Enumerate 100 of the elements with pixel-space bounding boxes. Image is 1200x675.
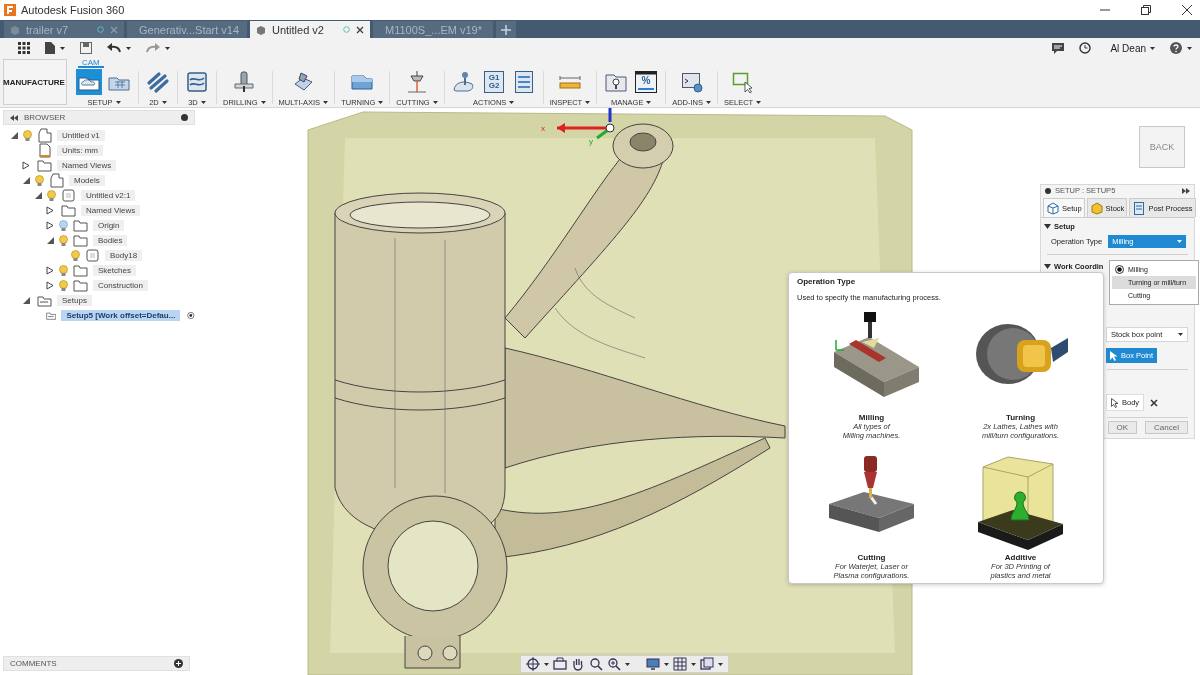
expanded-triangle-icon[interactable]: [22, 296, 30, 305]
expanded-triangle-icon[interactable]: [46, 236, 54, 245]
caret-icon: [718, 662, 723, 666]
tree-item[interactable]: Sketches: [93, 265, 136, 276]
window-title: Autodesk Fusion 360: [21, 4, 125, 16]
display-icon[interactable]: [646, 657, 660, 671]
workspace-menu[interactable]: MANUFACTURE: [3, 59, 67, 105]
sync-icon: [343, 26, 350, 33]
expanded-triangle-icon[interactable]: [1044, 223, 1051, 231]
collapsed-triangle-icon[interactable]: [46, 221, 54, 230]
save-icon[interactable]: [80, 42, 92, 54]
cube-icon: [10, 24, 20, 35]
cube-icon: [256, 24, 266, 35]
caret-icon: [646, 101, 652, 104]
expanded-triangle-icon[interactable]: [10, 131, 18, 140]
tree-item[interactable]: Models: [69, 175, 105, 186]
document-icon: [1132, 201, 1147, 216]
folder-icon: [73, 218, 88, 233]
new-tab-button[interactable]: [496, 21, 516, 38]
light-bulb-icon[interactable]: [23, 129, 32, 142]
light-bulb-icon[interactable]: [35, 174, 44, 187]
grid-icon[interactable]: [673, 657, 687, 671]
folder-icon: [73, 278, 88, 293]
caret-icon: [126, 46, 131, 50]
collapsed-triangle-icon[interactable]: [46, 206, 54, 215]
viewports-icon[interactable]: [700, 657, 714, 671]
expanded-triangle-icon[interactable]: [22, 176, 30, 185]
tree-item[interactable]: Setups: [57, 295, 92, 306]
caret-icon: [756, 101, 762, 104]
box-icon: [61, 188, 76, 203]
dialog-button[interactable]: Cancel: [1145, 421, 1188, 434]
light-bulb-icon[interactable]: [47, 189, 56, 202]
target-icon[interactable]: [187, 310, 195, 321]
tree-item[interactable]: Origin: [93, 220, 125, 231]
light-bulb-icon[interactable]: [59, 279, 68, 292]
tree-item[interactable]: Bodies: [93, 235, 128, 246]
user-menu[interactable]: Al Dean: [1110, 42, 1155, 54]
grid-icon[interactable]: [18, 42, 30, 54]
tree-item[interactable]: Units: mm: [57, 145, 103, 156]
component-icon: [37, 128, 52, 143]
expanded-triangle-icon[interactable]: [1044, 263, 1051, 271]
help-icon[interactable]: [1170, 42, 1182, 54]
close-icon[interactable]: [1182, 5, 1192, 15]
close-icon[interactable]: [356, 25, 364, 34]
restore-icon[interactable]: [1141, 5, 1151, 15]
part-with-axis-triad-drawing: x y: [334, 108, 786, 669]
box-icon: [85, 248, 100, 263]
light-bulb-icon[interactable]: [59, 264, 68, 277]
tool-button[interactable]: [76, 68, 102, 95]
tree-item[interactable]: Body18: [105, 250, 143, 261]
diagonal-stripes-icon: [146, 69, 170, 94]
tree-item[interactable]: Named Views: [81, 205, 141, 216]
comment-icon[interactable]: [1052, 42, 1065, 54]
pin-icon[interactable]: [181, 114, 188, 121]
collapsed-triangle-icon[interactable]: [46, 266, 54, 275]
clear-icon[interactable]: [1150, 398, 1159, 407]
pin-icon[interactable]: [1045, 187, 1051, 194]
zoom-icon[interactable]: [589, 657, 603, 671]
option-title: Cutting: [857, 553, 886, 562]
orbit-icon[interactable]: [526, 657, 540, 671]
pointer-icon: [1111, 397, 1119, 408]
pointer-icon: [1110, 350, 1118, 361]
panel-title: BROWSER: [24, 113, 66, 122]
undo-icon[interactable]: [107, 43, 121, 53]
light-bulb-icon[interactable]: [59, 234, 68, 247]
pan-icon[interactable]: [571, 657, 585, 671]
folder-icon: [37, 158, 52, 173]
folder-icon: [73, 263, 88, 278]
tree-item[interactable]: Setup5 [Work offset=Defau...: [61, 310, 181, 321]
tool-button[interactable]: %: [633, 68, 660, 95]
cube-outline-icon: [1046, 201, 1060, 216]
file-icon[interactable]: [45, 42, 55, 54]
cutter-head-icon: [405, 69, 429, 94]
option-title: Turning: [1005, 413, 1036, 422]
dialog-button[interactable]: OK: [1107, 421, 1138, 434]
clock-icon[interactable]: [1079, 42, 1092, 54]
tree-item[interactable]: Untitled v2:1: [81, 190, 136, 201]
collapsed-triangle-icon[interactable]: [22, 161, 30, 170]
option-title: Additive: [1004, 553, 1037, 562]
app-logo-icon: [4, 4, 16, 16]
tree-item[interactable]: Untitled v1: [57, 130, 105, 141]
caret-icon: [260, 101, 266, 104]
tree-item[interactable]: Construction: [93, 280, 148, 291]
redo-icon[interactable]: [146, 43, 160, 53]
zoom-window-icon[interactable]: [607, 657, 621, 671]
add-icon[interactable]: [174, 659, 183, 668]
look-at-icon[interactable]: [553, 657, 567, 671]
caret-icon: [1150, 46, 1155, 50]
expand-arrows-icon[interactable]: [1182, 187, 1190, 194]
tree-item[interactable]: Named Views: [57, 160, 117, 171]
collapse-arrows-icon[interactable]: [10, 114, 18, 121]
light-bulb-icon[interactable]: [71, 249, 80, 262]
light-bulb-icon[interactable]: [59, 219, 68, 232]
document-tab[interactable]: Untitled v2: [250, 21, 370, 38]
caret-icon: [378, 101, 384, 104]
caret-icon: [1177, 240, 1182, 244]
caret-icon: [585, 101, 591, 104]
collapsed-triangle-icon[interactable]: [46, 281, 54, 290]
option-title: Milling: [858, 413, 885, 422]
expanded-triangle-icon[interactable]: [34, 191, 42, 200]
